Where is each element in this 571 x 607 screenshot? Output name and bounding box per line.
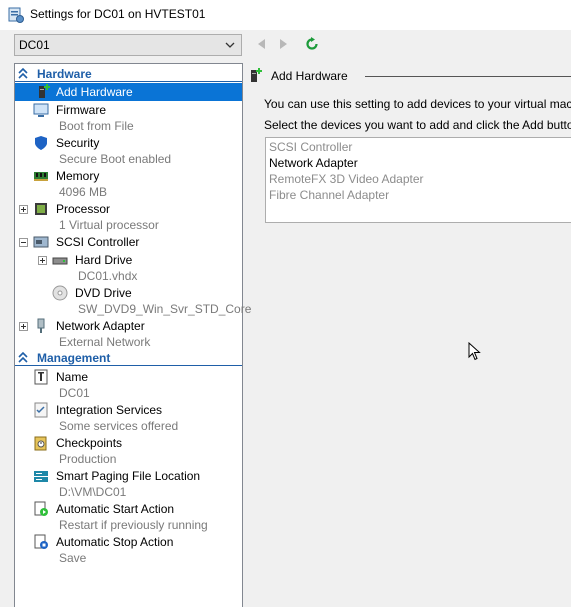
sidebar-item-detail: SW_DVD9_Win_Svr_STD_Core...	[78, 302, 262, 316]
collapse-chevrons-icon	[18, 67, 28, 79]
section-divider	[15, 81, 242, 82]
expand-toggle[interactable]	[19, 322, 28, 331]
sidebar-item-detail: DC01.vhdx	[78, 269, 138, 283]
settings-app-icon	[8, 7, 24, 23]
forward-arrow-icon[interactable]	[276, 37, 290, 51]
sidebar-item-detail: D:\VM\DC01	[59, 485, 127, 499]
sidebar-item-detail: DC01	[59, 386, 90, 400]
sidebar-item-label: Integration Services	[56, 403, 163, 417]
processor-icon	[35, 203, 47, 215]
mouse-cursor-icon	[468, 342, 481, 361]
sidebar-item-detail: Save	[59, 551, 87, 565]
group-title: Add Hardware	[271, 69, 348, 83]
checkpoints-icon	[34, 436, 47, 451]
sidebar-item-label: Firmware	[56, 103, 106, 117]
automatic-stop-icon	[34, 534, 48, 549]
add-hardware-icon	[39, 84, 50, 98]
sidebar-item-label: Automatic Stop Action	[56, 535, 174, 549]
sidebar-item-label: Security	[56, 136, 100, 150]
management-header-label: Management	[37, 351, 111, 365]
back-arrow-icon[interactable]	[255, 37, 269, 51]
sidebar-item-label: DVD Drive	[75, 286, 132, 300]
hardware-section-header[interactable]: Hardware	[15, 66, 242, 82]
vm-selector-dropdown[interactable]: DC01	[14, 34, 242, 56]
sidebar-item-detail: External Network	[59, 335, 151, 349]
details-pane: Add Hardware You can use this setting to…	[251, 63, 571, 607]
sidebar-item-detail: 1 Virtual processor	[59, 218, 159, 232]
expand-toggle[interactable]	[19, 205, 28, 214]
dvd-disc-icon	[52, 285, 68, 301]
sidebar-item-detail: Production	[59, 452, 117, 466]
list-item[interactable]: RemoteFX 3D Video Adapter	[269, 172, 424, 186]
device-listbox[interactable]: SCSI Controller Network Adapter RemoteFX…	[265, 137, 571, 223]
sidebar-item-detail: Boot from File	[59, 119, 134, 133]
sidebar-item-label: Smart Paging File Location	[56, 469, 201, 483]
network-adapter-icon	[37, 318, 45, 333]
smart-paging-icon	[34, 471, 48, 482]
list-item[interactable]: Fibre Channel Adapter	[269, 188, 389, 202]
sidebar-item-detail: Some services offered	[59, 419, 179, 433]
group-divider	[365, 76, 571, 77]
chevron-down-icon	[225, 42, 235, 48]
collapse-chevrons-icon	[18, 351, 28, 363]
firmware-icon	[33, 103, 49, 117]
integration-services-icon	[34, 402, 48, 418]
management-section-header[interactable]: Management	[15, 350, 242, 366]
collapse-toggle[interactable]	[19, 238, 28, 247]
add-hardware-icon	[251, 68, 262, 82]
description-text-1: You can use this setting to add devices …	[264, 97, 571, 111]
section-divider	[15, 365, 242, 366]
automatic-start-icon	[34, 501, 48, 516]
sidebar-item-label: Add Hardware	[56, 85, 133, 99]
sidebar-item-label: Name	[56, 370, 89, 384]
list-item[interactable]: Network Adapter	[269, 156, 358, 170]
sidebar-item-label: Checkpoints	[56, 436, 123, 450]
sidebar-item-label: Hard Drive	[75, 253, 133, 267]
hard-drive-icon	[52, 257, 68, 265]
title-bar: Settings for DC01 on HVTEST01	[0, 0, 571, 30]
sidebar-item-label: Automatic Start Action	[56, 502, 175, 516]
memory-icon	[34, 172, 48, 181]
hardware-header-label: Hardware	[37, 67, 92, 81]
sidebar-item-label: Memory	[56, 169, 100, 183]
description-text-2: Select the devices you want to add and c…	[264, 118, 571, 132]
sidebar-item-label: Processor	[56, 202, 111, 216]
sidebar-item-detail: Secure Boot enabled	[59, 152, 172, 166]
expand-toggle[interactable]	[38, 256, 47, 265]
window-title: Settings for DC01 on HVTEST01	[30, 7, 206, 21]
name-text-icon	[34, 369, 48, 385]
scsi-controller-icon	[33, 236, 49, 248]
settings-tree: Hardware Add Hardware Firmware Boot from…	[14, 63, 261, 607]
sidebar-item-label: Network Adapter	[56, 319, 145, 333]
list-item[interactable]: SCSI Controller	[269, 140, 352, 154]
sidebar-item-label: SCSI Controller	[56, 235, 140, 249]
sidebar-item-detail: 4096 MB	[59, 185, 108, 199]
refresh-icon[interactable]	[305, 37, 319, 51]
shield-icon	[35, 136, 47, 150]
vm-selector-value: DC01	[19, 38, 50, 52]
sidebar-item-detail: Restart if previously running	[59, 518, 208, 532]
